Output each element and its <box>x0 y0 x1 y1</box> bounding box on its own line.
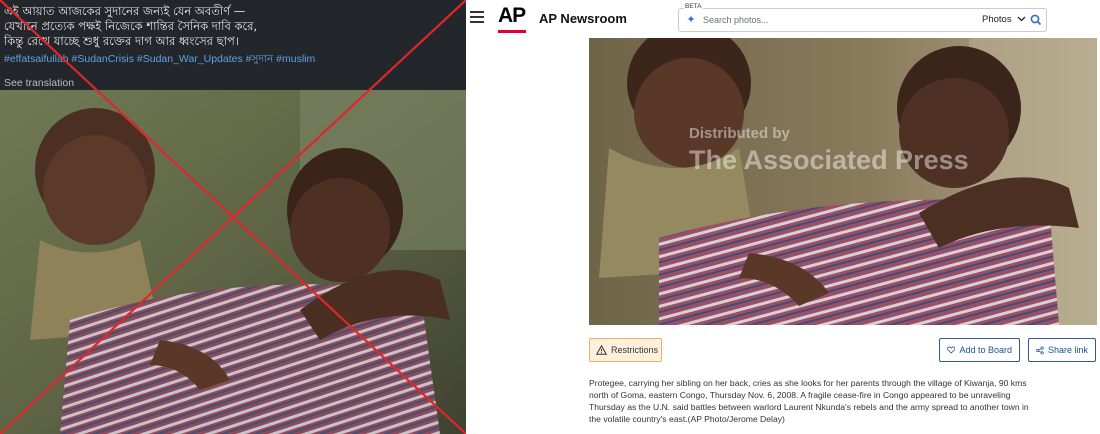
watermark-line-1: Distributed by <box>689 125 790 142</box>
search-bar[interactable]: BETA ✦ Photos <box>678 3 1047 32</box>
post-photo <box>0 90 466 434</box>
photo-caption: Protegee, carrying her sibling on her ba… <box>589 378 1029 424</box>
share-link-button[interactable]: Share link <box>1028 338 1096 362</box>
see-translation-link[interactable]: See translation <box>4 77 466 89</box>
ai-sparkle-icon: ✦ <box>686 14 696 26</box>
warning-icon <box>596 345 607 355</box>
search-input[interactable] <box>703 12 953 28</box>
share-icon <box>1036 346 1044 354</box>
search-scope-dropdown[interactable]: Photos <box>982 14 1026 25</box>
chevron-down-icon <box>1017 16 1026 22</box>
post-text-area: এই আয়াত আজকের সুদানের জন্যই যেন অবতীর্ণ… <box>0 0 466 90</box>
ap-logo-underline <box>498 30 526 33</box>
ap-logo[interactable]: AP <box>498 4 526 34</box>
post-text-line-2: যেখানে প্রত্যেক পক্ষই নিজেকে শান্তির সৈন… <box>4 19 258 33</box>
beta-badge: BETA <box>684 3 703 10</box>
ap-logo-text: AP <box>498 4 526 27</box>
watermark-line-2: The Associated Press <box>689 145 969 175</box>
search-icon[interactable] <box>1029 13 1043 27</box>
heart-icon <box>947 346 956 354</box>
post-hashtags[interactable]: #effatsaifullah #SudanCrisis #Sudan_War_… <box>4 52 466 69</box>
site-title: AP Newsroom <box>539 11 627 26</box>
restrictions-button[interactable]: Restrictions <box>589 338 662 362</box>
search-scope-label: Photos <box>982 14 1012 25</box>
add-to-board-label: Add to Board <box>959 345 1012 355</box>
add-to-board-button[interactable]: Add to Board <box>939 338 1020 362</box>
restrictions-label: Restrictions <box>611 345 659 355</box>
top-navigation-bar: AP AP Newsroom BETA ✦ Photos <box>466 0 1100 38</box>
ap-newsroom-page: AP AP Newsroom BETA ✦ Photos <box>466 0 1100 434</box>
post-text-line-3: কিন্তু রেখে যাচ্ছে শুধু রক্তের দাগ আর ধ্… <box>4 34 239 48</box>
post-text-line-1: এই আয়াত আজকের সুদানের জন্যই যেন অবতীর্ণ… <box>4 4 246 18</box>
share-link-label: Share link <box>1047 345 1088 355</box>
news-photo[interactable]: Distributed by The Associated Press <box>589 38 1097 325</box>
hamburger-menu-icon[interactable] <box>470 11 484 25</box>
social-post-screenshot: এই আয়াত আজকের সুদানের জন্যই যেন অবতীর্ণ… <box>0 0 466 434</box>
